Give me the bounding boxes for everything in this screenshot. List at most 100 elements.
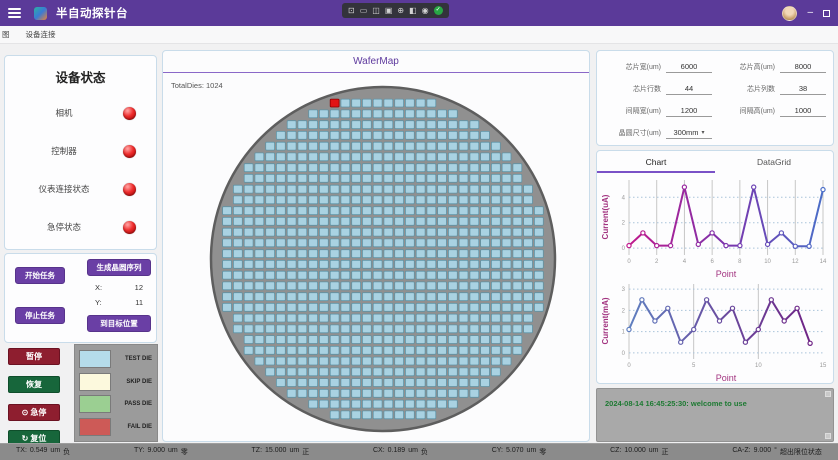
die[interactable] [309, 153, 318, 161]
die[interactable] [405, 250, 414, 258]
die[interactable] [459, 228, 468, 236]
die[interactable] [491, 142, 500, 150]
die[interactable] [319, 217, 328, 225]
die[interactable] [244, 346, 253, 354]
die[interactable] [491, 336, 500, 344]
die[interactable] [438, 250, 447, 258]
user-avatar[interactable] [782, 6, 797, 21]
die[interactable] [255, 250, 264, 258]
die[interactable] [481, 142, 490, 150]
die[interactable] [513, 185, 522, 193]
die[interactable] [373, 239, 382, 247]
tab-chart[interactable]: Chart [597, 151, 715, 173]
die[interactable] [427, 260, 436, 268]
die[interactable] [459, 239, 468, 247]
die[interactable] [491, 346, 500, 354]
die[interactable] [405, 131, 414, 139]
die[interactable] [287, 196, 296, 204]
die[interactable] [470, 260, 479, 268]
die[interactable] [319, 142, 328, 150]
die[interactable] [491, 185, 500, 193]
die[interactable] [287, 325, 296, 333]
die[interactable] [287, 228, 296, 236]
die[interactable] [233, 207, 242, 215]
die[interactable] [266, 239, 275, 247]
die[interactable] [341, 293, 350, 301]
die[interactable] [384, 282, 393, 290]
die[interactable] [352, 174, 361, 182]
die[interactable] [373, 110, 382, 118]
die[interactable] [395, 196, 404, 204]
die[interactable] [513, 260, 522, 268]
die[interactable] [330, 271, 339, 279]
die[interactable] [416, 217, 425, 225]
die[interactable] [373, 260, 382, 268]
die[interactable] [330, 282, 339, 290]
die[interactable] [352, 185, 361, 193]
die[interactable] [470, 142, 479, 150]
die[interactable] [276, 196, 285, 204]
die[interactable] [352, 260, 361, 268]
die[interactable] [395, 142, 404, 150]
die[interactable] [276, 164, 285, 172]
die[interactable] [416, 174, 425, 182]
die[interactable] [244, 250, 253, 258]
die[interactable] [395, 207, 404, 215]
die[interactable] [416, 207, 425, 215]
die[interactable] [481, 131, 490, 139]
die[interactable] [319, 110, 328, 118]
die[interactable] [513, 271, 522, 279]
die[interactable] [405, 217, 414, 225]
die[interactable] [223, 217, 232, 225]
die[interactable] [427, 368, 436, 376]
die[interactable] [416, 271, 425, 279]
die[interactable] [255, 325, 264, 333]
die[interactable] [352, 228, 361, 236]
die[interactable] [513, 228, 522, 236]
die[interactable] [309, 346, 318, 354]
die[interactable] [362, 325, 371, 333]
die[interactable] [395, 153, 404, 161]
die[interactable] [427, 217, 436, 225]
die[interactable] [276, 314, 285, 322]
die[interactable] [502, 185, 511, 193]
die[interactable] [384, 121, 393, 129]
die[interactable] [309, 164, 318, 172]
die[interactable] [266, 217, 275, 225]
die[interactable] [459, 314, 468, 322]
die[interactable] [470, 314, 479, 322]
die[interactable] [276, 260, 285, 268]
die[interactable] [427, 389, 436, 397]
die[interactable] [427, 153, 436, 161]
die[interactable] [448, 250, 457, 258]
die[interactable] [373, 99, 382, 107]
die[interactable] [427, 357, 436, 365]
die[interactable] [309, 250, 318, 258]
die[interactable] [513, 196, 522, 204]
die[interactable] [384, 389, 393, 397]
die[interactable] [405, 153, 414, 161]
die[interactable] [502, 303, 511, 311]
die[interactable] [319, 314, 328, 322]
die[interactable] [448, 271, 457, 279]
die[interactable] [352, 282, 361, 290]
die[interactable] [416, 228, 425, 236]
die[interactable] [352, 99, 361, 107]
die[interactable] [395, 346, 404, 354]
die[interactable] [524, 239, 533, 247]
die[interactable] [309, 217, 318, 225]
die[interactable] [448, 153, 457, 161]
die[interactable] [362, 357, 371, 365]
die[interactable] [384, 314, 393, 322]
die[interactable] [459, 357, 468, 365]
die[interactable] [309, 357, 318, 365]
die[interactable] [319, 325, 328, 333]
die[interactable] [244, 174, 253, 182]
die[interactable] [298, 389, 307, 397]
die[interactable] [448, 121, 457, 129]
die[interactable] [524, 325, 533, 333]
record-icon[interactable]: ◉ [422, 3, 429, 18]
die[interactable] [266, 185, 275, 193]
die[interactable] [438, 185, 447, 193]
die[interactable] [223, 239, 232, 247]
